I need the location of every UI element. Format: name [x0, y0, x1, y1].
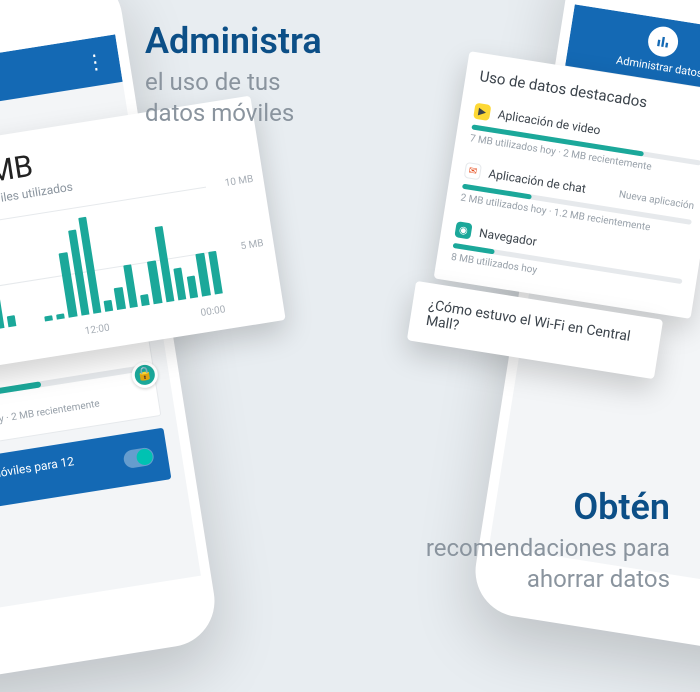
- usage-bar-chart: 10 MB 5 MB Ayer 12:00 00:00: [0, 179, 274, 355]
- chart-bar: [173, 267, 186, 300]
- featured-item-name: Navegador: [478, 226, 538, 249]
- featured-data-card: Uso de datos destacados ▶ Aplicación de …: [434, 51, 700, 319]
- banner-text: Bloqueando datos móviles para 12 aplicac…: [0, 448, 116, 511]
- headline-right: Obtén recomendaciones para ahorrar datos: [426, 484, 670, 595]
- headline-bold: Administra: [145, 18, 322, 65]
- headline-line: recomendaciones para: [426, 534, 670, 562]
- headline-line: datos móviles: [145, 99, 294, 127]
- chart-bar: [114, 287, 126, 310]
- chart-bar: [147, 260, 162, 304]
- chart-x-label: 00:00: [200, 304, 226, 319]
- chart-bar: [208, 251, 223, 295]
- chart-bar: [33, 322, 41, 323]
- banner-toggle[interactable]: [123, 447, 155, 469]
- chart-x-label: 12:00: [84, 323, 110, 338]
- chart-bar: [20, 324, 28, 325]
- chart-bar: [7, 315, 17, 327]
- featured-item-badge: Nueva aplicación: [618, 189, 695, 212]
- chart-y-label: 5 MB: [240, 238, 264, 252]
- video-app-icon: ▶: [473, 103, 491, 121]
- usage-chart-card: 20 MB atos móviles utilizados 10 MB 5 MB…: [0, 96, 286, 372]
- chart-bar: [123, 264, 138, 308]
- more-icon[interactable]: ⋮: [83, 48, 107, 75]
- chart-bar: [0, 285, 4, 329]
- headline-left: Administra el uso de tus datos móviles: [145, 18, 322, 129]
- chat-app-icon: ✉: [464, 162, 482, 180]
- tab-manage-data[interactable]: Administrar datos: [615, 20, 700, 80]
- chart-bar: [140, 294, 150, 306]
- chart-bar: [187, 276, 199, 299]
- blocking-banner[interactable]: Bloqueando datos móviles para 12 aplicac…: [0, 428, 171, 525]
- chart-bar: [104, 300, 114, 312]
- chart-y-label: 10 MB: [224, 174, 254, 189]
- recent-app-sub: 7 MB utilizados hoy · 2 MB recientemente: [0, 398, 100, 438]
- chart-bar: [56, 313, 65, 320]
- chart-bar: [44, 315, 53, 322]
- headline-line: el uso de tus: [145, 68, 280, 96]
- browser-app-icon: ◉: [454, 221, 472, 239]
- chart-bars-icon: [646, 24, 680, 58]
- headline-line: ahorrar datos: [527, 565, 670, 593]
- headline-bold: Obtén: [426, 484, 670, 531]
